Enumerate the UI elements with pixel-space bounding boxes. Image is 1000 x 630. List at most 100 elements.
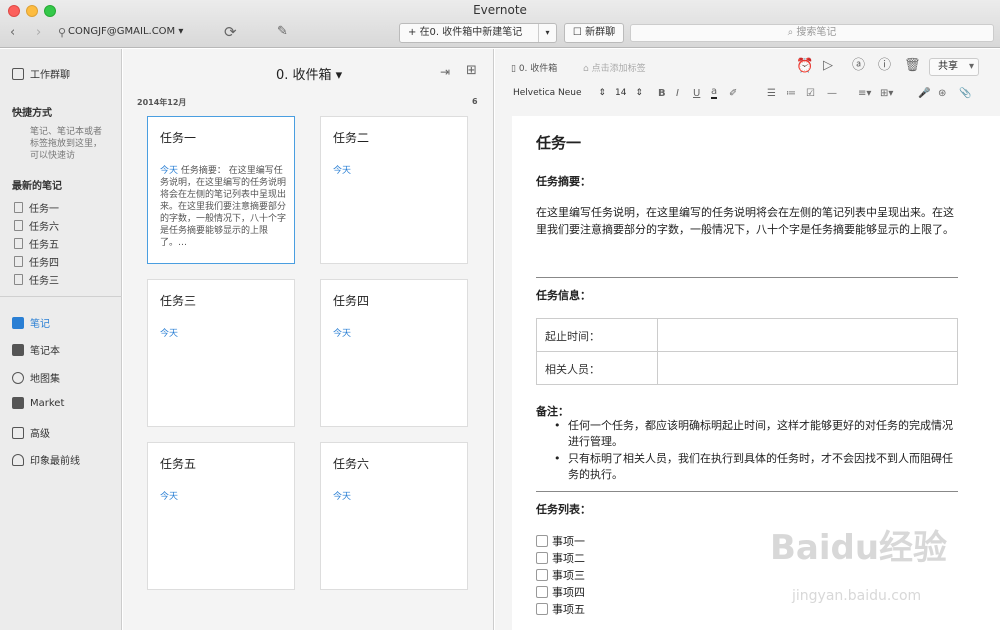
sidebar-item-frontline[interactable]: 印象最前线 <box>12 452 80 467</box>
note-card[interactable]: 任务二 今天 <box>320 116 468 264</box>
note-card[interactable]: 任务六 今天 <box>320 442 468 590</box>
recent-note-label: 任务一 <box>29 204 59 215</box>
checkbox-icon[interactable]: ☑ <box>806 86 815 102</box>
new-note-label: 在0. 收件箱中新建笔记 <box>419 27 523 38</box>
back-icon[interactable]: ‹ <box>10 25 15 41</box>
presentation-icon[interactable]: ▷ <box>823 58 833 74</box>
sidebar-item-atlas[interactable]: 地图集 <box>12 370 60 385</box>
table-row: 相关人员： <box>537 352 957 385</box>
recent-note-item[interactable]: 任务三 <box>14 272 59 287</box>
atlas-icon <box>12 371 24 384</box>
underline-icon[interactable]: U <box>693 86 700 102</box>
bullet-list-icon[interactable]: ☰ <box>767 86 776 102</box>
task-list-label: 任务列表： <box>536 503 591 516</box>
sidebar-item-market[interactable]: Market <box>12 397 64 409</box>
share-chevron-down-icon[interactable]: ▾ <box>969 59 974 75</box>
premium-icon <box>12 426 24 439</box>
note-card[interactable]: 任务四 今天 <box>320 279 468 427</box>
divider <box>536 491 958 492</box>
horizontal-rule-icon[interactable]: — <box>827 86 837 102</box>
reminder-icon[interactable]: ⏰ <box>796 58 813 74</box>
italic-icon[interactable]: I <box>676 86 679 102</box>
sidebar-item-notebooks[interactable]: 笔记本 <box>12 342 60 357</box>
notebook-label: 0. 收件箱 <box>518 64 558 74</box>
summary-text[interactable]: 在这里编写任务说明，在这里编写的任务说明将会在左侧的笔记列表中呈现出来。在这里我… <box>536 204 960 238</box>
note-card-snippet: 今天 <box>333 328 459 340</box>
numbered-list-icon[interactable]: ≔ <box>786 86 796 102</box>
note-card-date: 今天 <box>160 492 179 502</box>
shortcuts-heading: 快捷方式 <box>12 108 52 119</box>
recent-note-item[interactable]: 任务四 <box>14 254 59 269</box>
checklist-label: 事项五 <box>552 603 585 616</box>
checklist-item[interactable]: 事项三 <box>536 567 585 583</box>
recent-note-label: 任务五 <box>29 240 59 251</box>
microphone-icon[interactable]: 🎤 <box>918 86 930 102</box>
checklist-item[interactable]: 事项一 <box>536 533 585 549</box>
link-icon[interactable]: ⊛ <box>938 86 946 102</box>
font-family-label: Helvetica Neue <box>513 88 582 98</box>
share-note-icon[interactable]: ⇥ <box>440 64 450 80</box>
text-color-icon[interactable]: a <box>711 86 718 99</box>
add-tag-field[interactable]: ⌂ 点击添加标签 <box>583 61 646 74</box>
attachment-icon[interactable]: 📎 <box>959 86 971 102</box>
summary-label: 任务摘要： <box>536 175 591 188</box>
chevron-down-icon[interactable]: ▾ <box>538 24 556 42</box>
notebook-icon: ▯ <box>511 64 519 74</box>
info-label: 任务信息： <box>536 289 591 302</box>
view-toggle-icon[interactable]: ⊞ <box>466 63 477 79</box>
table-column-divider <box>657 319 658 351</box>
notebook-selector[interactable]: ▯ 0. 收件箱 <box>511 61 557 74</box>
forward-icon[interactable]: › <box>36 25 41 41</box>
search-input[interactable]: ⌕ 搜索笔记 <box>630 24 994 42</box>
sidebar-item-notes[interactable]: 笔记 <box>12 315 50 330</box>
note-card[interactable]: 任务五 今天 <box>147 442 295 590</box>
checkbox[interactable] <box>536 603 548 615</box>
checkbox[interactable] <box>536 586 548 598</box>
table-cell[interactable]: 起止时间： <box>545 328 600 344</box>
work-chat-icon[interactable]: ✎ <box>277 24 288 40</box>
bold-icon[interactable]: B <box>658 86 666 102</box>
note-card-snippet: 今天 <box>160 328 286 340</box>
table-cell[interactable]: 相关人员： <box>545 361 600 377</box>
checklist-item[interactable]: 事项二 <box>536 550 585 566</box>
sidebar-item-work-chat[interactable]: 工作群聊 <box>12 66 70 81</box>
checkbox[interactable] <box>536 535 548 547</box>
note-card[interactable]: 任务三 今天 <box>147 279 295 427</box>
info-icon[interactable]: ⓘ <box>878 58 891 74</box>
market-icon <box>12 397 24 409</box>
note-icon <box>12 316 24 329</box>
highlight-icon[interactable]: ✐ <box>729 86 737 102</box>
checklist-item[interactable]: 事项四 <box>536 584 585 600</box>
sidebar-item-premium[interactable]: 高级 <box>12 425 50 440</box>
checkbox[interactable] <box>536 569 548 581</box>
work-chat-note-icon[interactable]: ⓐ <box>852 58 865 74</box>
align-icon[interactable]: ≡▾ <box>858 86 871 102</box>
info-table[interactable]: 起止时间： 相关人员： <box>536 318 958 385</box>
new-chat-button[interactable]: ☐ 新群聊 <box>564 23 624 43</box>
checklist-item[interactable]: 事项五 <box>536 601 585 617</box>
bullet-text: 任何一个任务，都应该明确标明起止时间，这样才能够更好的对任务的完成情况进行管理。 <box>568 419 953 448</box>
note-icon <box>14 202 23 213</box>
user-icon: ⚲ <box>58 26 67 39</box>
trash-icon[interactable]: 🗑 <box>904 58 921 74</box>
bullet-item[interactable]: • 只有标明了相关人员，我们在执行到具体的任务时，才不会因找不到人而阻碍任务的执行… <box>554 451 960 483</box>
recent-note-item[interactable]: 任务一 <box>14 200 59 215</box>
font-size-select[interactable]: 14 ⇕ <box>615 88 643 98</box>
recent-note-item[interactable]: 任务五 <box>14 236 59 251</box>
bullet-item[interactable]: • 任何一个任务，都应该明确标明起止时间，这样才能够更好的对任务的完成情况进行管理… <box>554 418 960 450</box>
recent-note-item[interactable]: 任务六 <box>14 218 59 233</box>
sync-icon[interactable]: ⟳ <box>224 24 237 40</box>
note-icon <box>14 220 23 231</box>
note-icon <box>14 256 23 267</box>
note-title[interactable]: 任务一 <box>536 132 581 153</box>
account-menu[interactable]: CONGJF@GMAIL.COM ▾ <box>68 26 183 37</box>
note-list-title[interactable]: 0. 收件箱 ▾ <box>276 64 342 83</box>
checkbox[interactable] <box>536 552 548 564</box>
table-row: 起止时间： <box>537 319 957 352</box>
font-family-select[interactable]: Helvetica Neue ⇕ <box>513 88 606 98</box>
recent-note-label: 任务四 <box>29 258 59 269</box>
new-note-button[interactable]: + 在0. 收件箱中新建笔记 ▾ <box>399 23 557 43</box>
note-card-title: 任务五 <box>160 457 197 471</box>
note-card[interactable]: 任务一 今天 任务摘要： 在这里编写任务说明，在这里编写的任务说明将会在左侧的笔… <box>147 116 295 264</box>
table-icon[interactable]: ⊞▾ <box>880 86 893 102</box>
